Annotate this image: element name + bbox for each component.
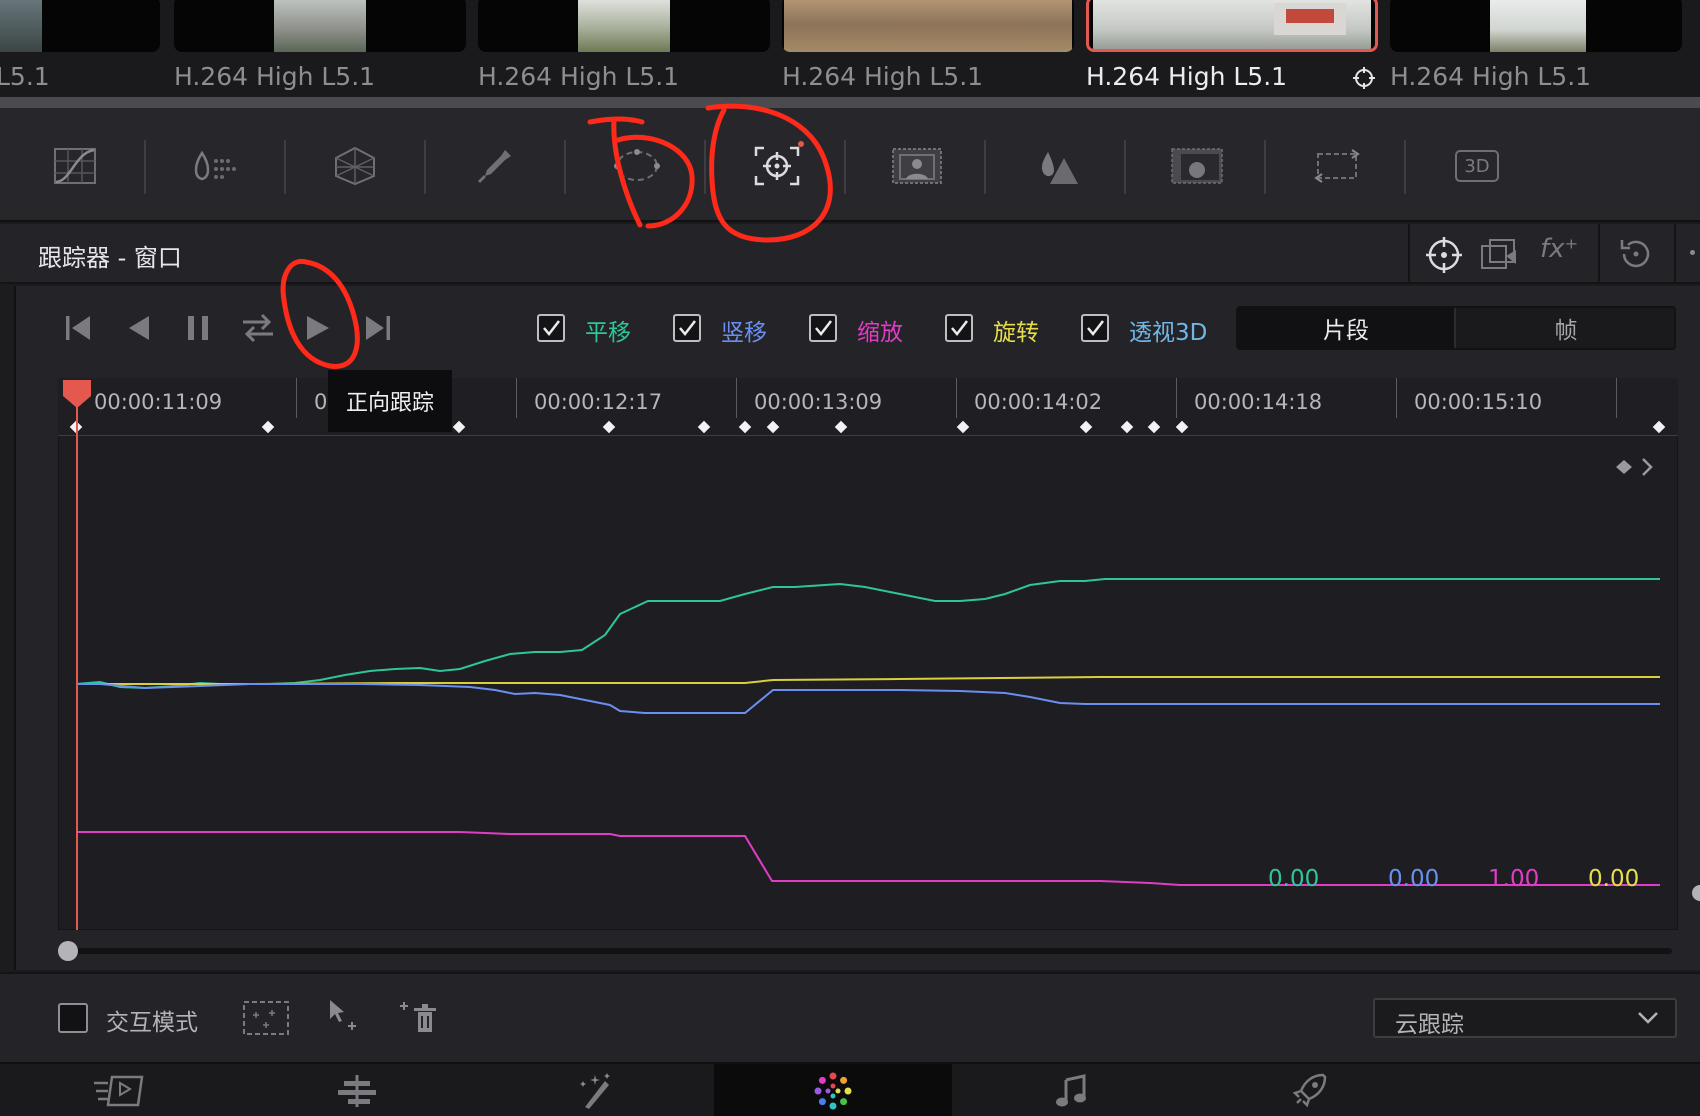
tracking-type-dropdown[interactable]: 云跟踪 — [1373, 998, 1677, 1038]
keyframe-nav-icon — [1616, 460, 1632, 474]
color-page-icon[interactable] — [714, 1064, 952, 1116]
tooltip-track-forward: 正向跟踪 — [328, 370, 452, 432]
pan-readout: 0.00 — [1268, 866, 1320, 892]
fairlight-icon[interactable] — [952, 1064, 1190, 1116]
insert-feature-points-icon[interactable] — [242, 1000, 290, 1040]
zoom-readout: 1.00 — [1488, 866, 1540, 892]
chevron-down-icon — [1638, 1012, 1658, 1024]
fusion-icon[interactable] — [476, 1064, 714, 1116]
vertical-scroll-knob — [1692, 885, 1700, 901]
graph-scroll-knob[interactable] — [58, 941, 78, 961]
rotate-readout: 0.00 — [1588, 866, 1640, 892]
move-feature-points-icon[interactable] — [326, 998, 362, 1038]
fairlight-timeline-icon[interactable] — [238, 1064, 476, 1116]
interactive-mode-checkbox[interactable] — [58, 1003, 88, 1033]
edit-page-icon[interactable] — [0, 1064, 238, 1116]
delete-feature-points-icon[interactable] — [396, 998, 440, 1042]
tilt-readout: 0.00 — [1388, 866, 1440, 892]
playhead-handle — [63, 380, 91, 408]
graph-scrollbar[interactable] — [60, 948, 1672, 954]
next-keyframe-icon — [1642, 458, 1653, 476]
tilt-curve — [76, 683, 1660, 714]
page-navigation — [0, 1062, 1700, 1116]
interactive-mode-label: 交互模式 — [106, 1010, 198, 1036]
tracking-type-value: 云跟踪 — [1395, 1012, 1464, 1038]
pan-curve — [75, 578, 1660, 690]
keyframe-markers — [68, 419, 1667, 435]
deliver-icon[interactable] — [1190, 1064, 1428, 1116]
